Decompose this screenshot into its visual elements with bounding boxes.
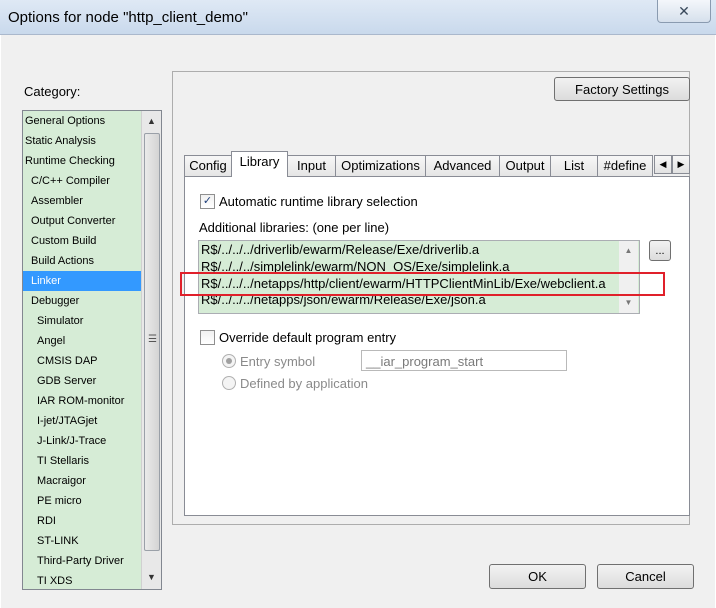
category-label: Category: xyxy=(24,84,81,99)
category-item[interactable]: Simulator xyxy=(23,311,154,331)
category-item[interactable]: RDI xyxy=(23,511,154,531)
tab-output[interactable]: Output xyxy=(499,155,551,176)
override-entry-checkbox[interactable] xyxy=(200,330,215,345)
highlight-annotation xyxy=(180,272,665,296)
category-item[interactable]: Build Actions xyxy=(23,251,148,271)
category-item[interactable]: IAR ROM-monitor xyxy=(23,391,154,411)
category-item[interactable]: Custom Build xyxy=(23,231,148,251)
tab-config[interactable]: Config xyxy=(184,155,232,176)
category-item[interactable]: Output Converter xyxy=(23,211,148,231)
tab-input[interactable]: Input xyxy=(287,155,336,176)
scroll-up-icon[interactable]: ▲ xyxy=(142,113,161,130)
category-item[interactable]: J-Link/J-Trace xyxy=(23,431,154,451)
window-title: Options for node "http_client_demo" xyxy=(8,9,248,26)
category-list[interactable]: TI XDS Third-Party Driver ST-LINK RDI PE mic… xyxy=(22,110,162,590)
category-scrollbar[interactable]: ▲ ☰ ▼ xyxy=(141,111,161,589)
entry-symbol-radio[interactable] xyxy=(222,354,236,368)
defined-by-app-radio[interactable] xyxy=(222,376,236,390)
category-item[interactable]: GDB Server xyxy=(23,371,154,391)
category-item[interactable]: C/C++ Compiler xyxy=(23,171,148,191)
category-item[interactable]: Debugger xyxy=(23,291,148,311)
browse-button[interactable]: ... xyxy=(649,240,671,261)
defined-by-app-label: Defined by application xyxy=(240,376,368,391)
category-item[interactable]: ST-LINK xyxy=(23,531,154,551)
category-item[interactable]: Angel xyxy=(23,331,154,351)
scroll-down-icon[interactable]: ▼ xyxy=(619,295,638,311)
category-item[interactable]: Macraigor xyxy=(23,471,154,491)
category-item[interactable]: Linker xyxy=(23,271,148,291)
entry-symbol-input[interactable]: __iar_program_start xyxy=(361,350,567,371)
category-item[interactable]: Third-Party Driver xyxy=(23,551,154,571)
scroll-down-icon[interactable]: ▼ xyxy=(142,569,161,586)
library-line: R$/../../../driverlib/ewarm/Release/Exe/… xyxy=(201,242,480,257)
tab-advanced[interactable]: Advanced xyxy=(425,155,500,176)
tab-define[interactable]: #define xyxy=(597,155,653,176)
scroll-thumb[interactable]: ☰ xyxy=(144,133,160,551)
category-item[interactable]: TI Stellaris xyxy=(23,451,154,471)
tab-optimizations[interactable]: Optimizations xyxy=(335,155,426,176)
tab-scroll-right-icon[interactable]: ▶ xyxy=(672,155,690,174)
tab-scroll-left-icon[interactable]: ◀ xyxy=(654,155,672,174)
ok-button[interactable]: OK xyxy=(489,564,586,589)
tab-list[interactable]: List xyxy=(550,155,598,176)
close-button[interactable]: ✕ xyxy=(657,0,711,23)
category-item[interactable]: PE micro xyxy=(23,491,154,511)
entry-symbol-label: Entry symbol xyxy=(240,354,316,369)
category-item[interactable]: TI XDS xyxy=(23,571,154,589)
tab-library[interactable]: Library xyxy=(231,151,288,177)
category-item[interactable]: CMSIS DAP xyxy=(23,351,154,371)
title-bar: Options for node "http_client_demo" ✕ xyxy=(0,0,716,35)
additional-libraries-label: Additional libraries: (one per line) xyxy=(199,220,390,235)
category-item[interactable]: I-jet/JTAGjet xyxy=(23,411,154,431)
category-item[interactable]: Static Analysis xyxy=(23,131,142,151)
factory-settings-button[interactable]: Factory Settings xyxy=(554,77,690,101)
cancel-button[interactable]: Cancel xyxy=(597,564,694,589)
category-item[interactable]: Runtime Checking xyxy=(23,151,142,171)
category-item[interactable]: General Options xyxy=(23,111,142,131)
override-entry-label: Override default program entry xyxy=(219,330,397,345)
scroll-up-icon[interactable]: ▲ xyxy=(619,243,638,259)
auto-lib-label: Automatic runtime library selection xyxy=(219,194,418,209)
category-item[interactable]: Assembler xyxy=(23,191,148,211)
auto-lib-checkbox[interactable]: ✓ xyxy=(200,194,215,209)
grip-icon: ☰ xyxy=(148,334,157,345)
